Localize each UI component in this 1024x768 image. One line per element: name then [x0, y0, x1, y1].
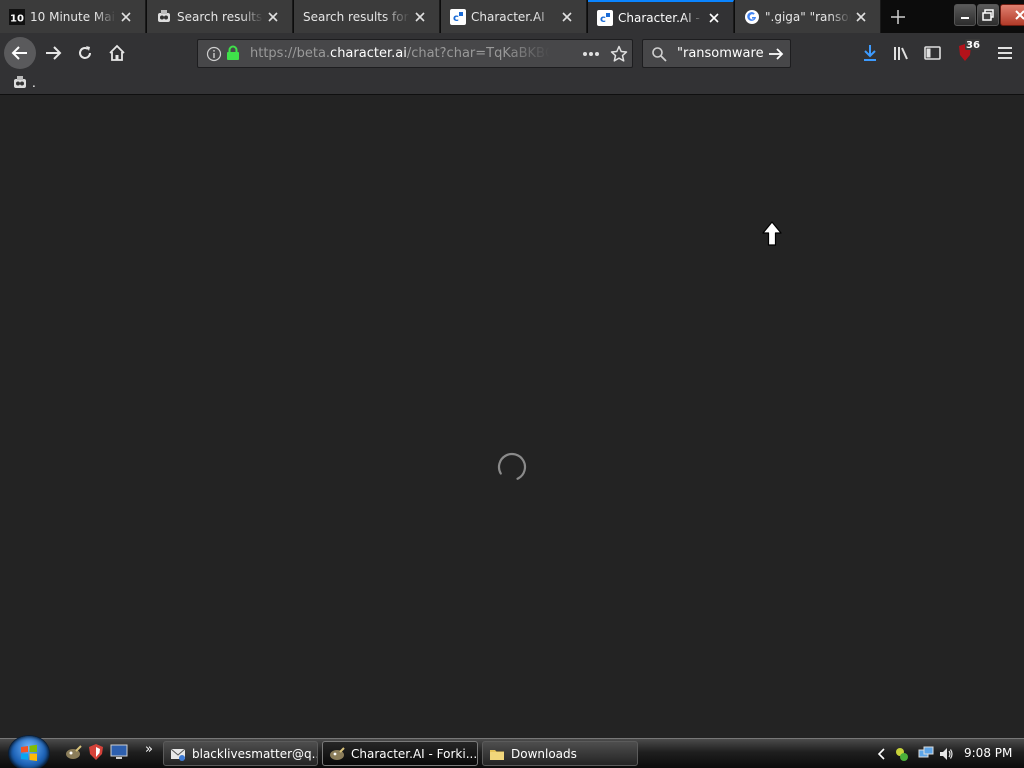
overflow-chevron-icon: » [145, 741, 153, 757]
quicklaunch-item[interactable] [64, 743, 82, 761]
home-button[interactable] [101, 37, 133, 69]
quicklaunch-item[interactable] [110, 743, 128, 761]
loading-spinner-icon [497, 452, 527, 482]
plus-icon [891, 10, 905, 24]
taskbar-clock[interactable]: 9:08 PM [964, 746, 1012, 760]
search-icon [652, 47, 667, 62]
bookmarks-toolbar: . [0, 73, 1024, 95]
gimp-icon [66, 745, 82, 759]
tab-10-minute-mail[interactable]: 10 10 Minute Mail [0, 0, 146, 33]
bookmark-label: . [32, 76, 36, 90]
window-close-button[interactable] [1000, 4, 1024, 26]
google-icon [744, 9, 760, 25]
restore-button[interactable] [977, 4, 999, 26]
security-tray-icon[interactable] [894, 746, 910, 762]
svg-text:c: c [600, 14, 606, 25]
bookmark-item[interactable]: . [12, 75, 36, 91]
folder-icon [489, 746, 505, 762]
show-desktop-icon [110, 744, 128, 759]
navigation-toolbar: https://beta.character.ai/chat?char=TqKa… [0, 33, 1024, 73]
ten-minute-mail-icon: 10 [9, 8, 25, 25]
page-actions-icon[interactable] [582, 51, 600, 57]
tab-character-ai[interactable]: c Character.AI [441, 0, 587, 33]
volume-icon[interactable] [938, 746, 954, 762]
lock-icon[interactable] [226, 45, 240, 61]
close-icon[interactable] [557, 7, 577, 27]
home-icon [109, 44, 125, 61]
hamburger-menu-icon [998, 47, 1012, 59]
tab-character-ai-active[interactable]: c Character.AI - Fo [588, 0, 734, 33]
show-hidden-icons-chevron-icon[interactable] [876, 747, 886, 760]
browser-icon [329, 746, 345, 762]
info-icon[interactable] [206, 46, 222, 62]
menu-button[interactable] [990, 37, 1020, 69]
quicklaunch-item[interactable] [87, 743, 105, 761]
close-icon [1015, 10, 1024, 20]
tab-search-results-1[interactable]: Search results for [147, 0, 293, 33]
character-ai-icon: c [597, 9, 613, 26]
search-input[interactable]: "ransomware [677, 46, 764, 61]
tab-google-search[interactable]: ".giga" "ransom [735, 0, 881, 33]
sidebar-button[interactable] [918, 37, 948, 69]
tab-label: Character.AI [471, 9, 545, 24]
tab-label: Search results for [177, 9, 263, 24]
close-icon[interactable] [263, 7, 283, 27]
reload-button[interactable] [69, 37, 101, 69]
address-bar[interactable]: https://beta.character.ai/chat?char=TqKa… [197, 39, 633, 68]
url-text: https://beta.character.ai/chat?char=TqKa… [250, 46, 550, 61]
tab-label: ".giga" "ransom [765, 9, 851, 24]
character-ai-icon: c [450, 8, 466, 25]
restore-icon [982, 9, 994, 21]
tab-label: Search results for "c [303, 9, 410, 24]
tab-label: Character.AI - Fo [618, 10, 704, 25]
close-icon[interactable] [410, 7, 430, 27]
search-go-icon[interactable] [768, 47, 784, 61]
tab-label: 10 Minute Mail [30, 9, 116, 24]
mail-client-icon [170, 746, 186, 762]
network-icon[interactable] [918, 746, 934, 762]
ublock-addon-button[interactable]: 36 [950, 37, 980, 69]
start-button[interactable] [8, 735, 50, 768]
addon-badge: 36 [966, 40, 980, 51]
search-engine-icon [156, 9, 172, 25]
minimize-icon [961, 17, 969, 19]
downloads-button[interactable] [855, 37, 885, 69]
windows-logo-icon [21, 744, 37, 761]
back-arrow-icon [11, 46, 27, 60]
close-icon[interactable] [851, 7, 871, 27]
close-icon[interactable] [116, 7, 136, 27]
library-button[interactable] [887, 37, 917, 69]
bookmark-star-icon[interactable] [610, 45, 628, 63]
page-content [0, 96, 1024, 738]
quicklaunch-overflow-button[interactable]: » [140, 740, 158, 758]
forward-button[interactable] [37, 37, 69, 69]
taskbar-button-mail[interactable]: blacklivesmatter@q... [163, 741, 318, 766]
library-icon [894, 47, 908, 60]
reload-icon [79, 46, 91, 59]
taskbar-button-browser[interactable]: Character.AI - Forki... [322, 741, 478, 766]
tab-strip: 10 10 Minute Mail Search results for Sea… [0, 0, 1024, 33]
forward-arrow-icon [46, 46, 62, 60]
search-engine-icon [14, 76, 26, 88]
tab-search-results-2[interactable]: Search results for "c [294, 0, 440, 33]
download-icon [864, 45, 876, 61]
back-button[interactable] [4, 37, 36, 69]
new-tab-button[interactable] [886, 6, 910, 28]
search-bar[interactable]: "ransomware [642, 39, 791, 68]
close-icon[interactable] [704, 8, 724, 28]
taskbar-button-downloads[interactable]: Downloads [482, 741, 638, 766]
svg-text:c: c [453, 13, 459, 24]
svg-text:10: 10 [10, 13, 24, 24]
sidebar-icon [924, 46, 941, 60]
minimize-button[interactable] [954, 4, 976, 26]
shield-icon [89, 744, 103, 760]
mouse-pointer-icon [762, 221, 782, 246]
